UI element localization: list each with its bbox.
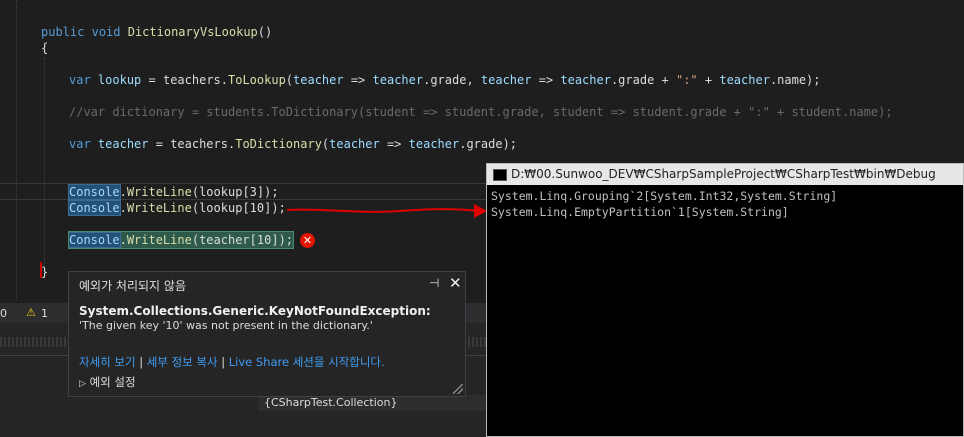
console-title: D:₩00.Sunwoo_DEV₩CSharpSampleProject₩CSh… [511, 167, 936, 181]
copy-details-link[interactable]: 세부 정보 복사 [147, 355, 218, 369]
exception-type: System.Collections.Generic.KeyNotFoundEx… [79, 304, 431, 318]
object-scope-label[interactable]: {CSharpTest.Collection} [258, 395, 486, 411]
console-output-line: System.Linq.EmptyPartition`1[System.Stri… [491, 205, 789, 219]
warning-count[interactable]: 1 [41, 307, 48, 320]
exception-popup[interactable]: 예외가 처리되지 않음 ⊣ ✕ System.Collections.Gener… [68, 271, 466, 397]
resize-grip[interactable] [453, 384, 463, 394]
exception-settings-label: 예외 설정 [89, 375, 136, 389]
exception-settings-toggle[interactable]: ▷ 예외 설정 [79, 374, 136, 390]
link-separator: | [135, 355, 147, 369]
error-count[interactable]: 0 [0, 307, 7, 320]
console-titlebar[interactable]: D:₩00.Sunwoo_DEV₩CSharpSampleProject₩CSh… [487, 164, 963, 185]
expand-icon: ▷ [79, 379, 86, 389]
warning-icon[interactable]: ⚠ [26, 306, 36, 319]
console-app-icon [493, 168, 507, 181]
live-share-link[interactable]: Live Share 세션을 시작합니다. [229, 355, 385, 369]
close-icon[interactable]: ✕ [449, 274, 462, 292]
view-details-link[interactable]: 자세히 보기 [79, 355, 136, 369]
exception-message: 'The given key '10' was not present in t… [79, 319, 373, 332]
console-window[interactable]: D:₩00.Sunwoo_DEV₩CSharpSampleProject₩CSh… [486, 163, 964, 437]
exception-title: 예외가 처리되지 않음 [79, 279, 186, 293]
exception-links: 자세히 보기 | 세부 정보 복사 | Live Share 세션을 시작합니다… [79, 354, 385, 370]
pin-icon[interactable]: ⊣ [429, 276, 439, 290]
link-separator: | [217, 355, 229, 369]
console-output-line: System.Linq.Grouping`2[System.Int32,Syst… [491, 189, 838, 203]
